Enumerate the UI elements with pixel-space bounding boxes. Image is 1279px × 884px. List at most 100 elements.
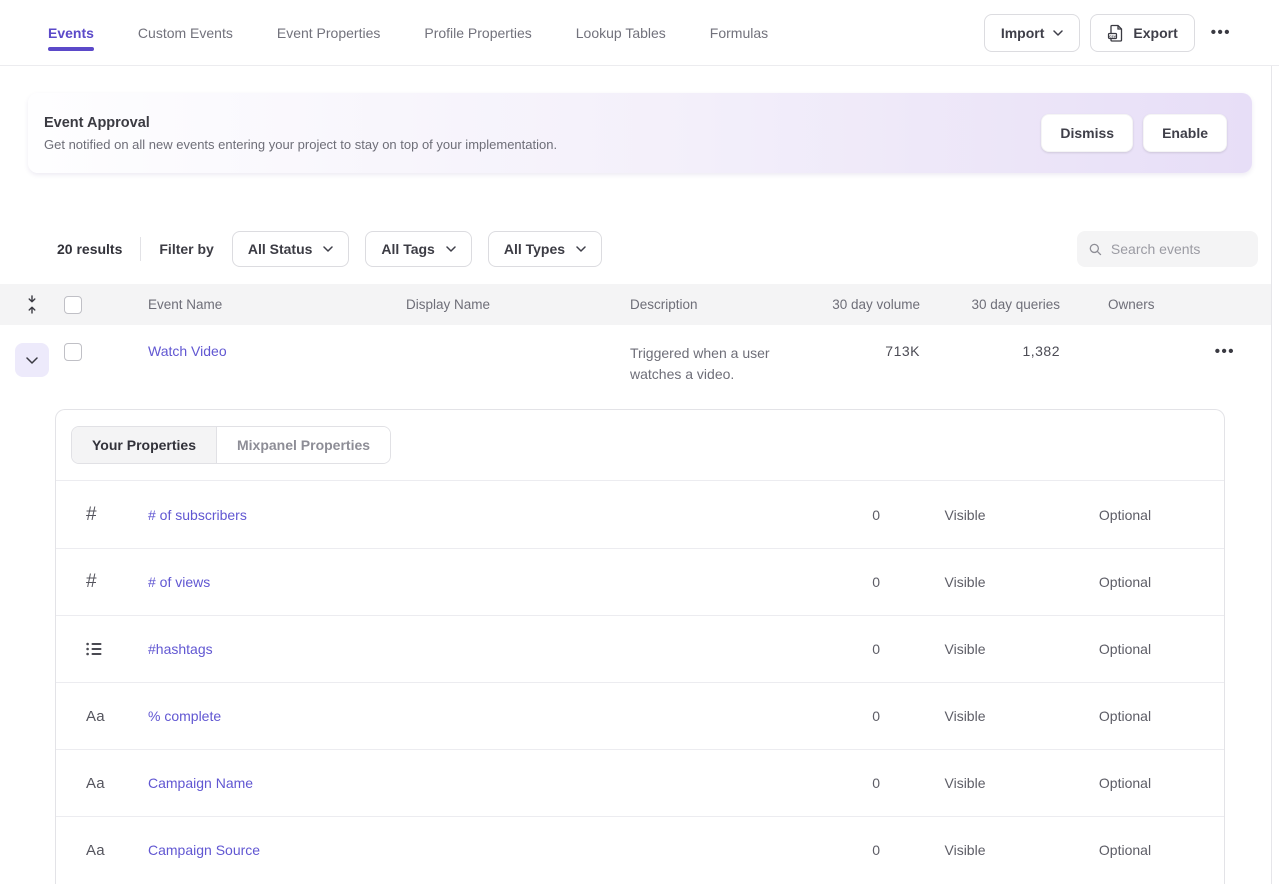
tab-formulas-label: Formulas (710, 25, 768, 41)
nav-tabs: Events Custom Events Event Properties Pr… (48, 1, 984, 65)
display-name-cell (406, 325, 630, 343)
number-icon: # (86, 571, 148, 593)
import-button-label: Import (1001, 25, 1045, 41)
property-row: # # of subscribers 0 Visible Optional (56, 481, 1224, 548)
types-filter-dropdown[interactable]: All Types (488, 231, 602, 267)
tab-formulas[interactable]: Formulas (710, 1, 768, 65)
top-nav: Events Custom Events Event Properties Pr… (0, 0, 1279, 66)
property-visibility: Visible (945, 775, 986, 791)
search-events-input[interactable] (1111, 241, 1246, 257)
collapse-row-button[interactable] (15, 343, 49, 377)
banner-text: Event Approval Get notified on all new e… (44, 115, 1041, 152)
property-visibility: Visible (945, 574, 986, 590)
import-button[interactable]: Import (984, 14, 1081, 52)
chevron-down-icon (576, 246, 586, 252)
svg-text:csv: csv (1110, 33, 1117, 38)
enable-button[interactable]: Enable (1143, 114, 1227, 152)
column-header-description: Description (630, 297, 810, 312)
csv-file-icon: csv (1107, 24, 1124, 42)
chevron-down-icon (323, 246, 333, 252)
more-options-button[interactable]: ••• (1205, 18, 1237, 47)
property-name-link[interactable]: # of views (148, 574, 770, 590)
vertical-divider (140, 237, 141, 261)
active-tab-underline (48, 47, 94, 51)
number-icon: # (86, 504, 148, 526)
tab-profile-properties[interactable]: Profile Properties (424, 1, 531, 65)
property-visibility: Visible (945, 507, 986, 523)
status-filter-label: All Status (248, 241, 313, 257)
description-cell: Triggered when a user watches a video. (630, 325, 810, 385)
property-count: 0 (872, 507, 880, 523)
tab-mixpanel-properties-label: Mixpanel Properties (237, 437, 370, 453)
property-name-link[interactable]: #hashtags (148, 641, 770, 657)
property-visibility: Visible (945, 641, 986, 657)
property-requirement: Optional (1099, 641, 1151, 657)
tab-event-properties[interactable]: Event Properties (277, 1, 381, 65)
tab-your-properties[interactable]: Your Properties (72, 427, 217, 463)
tab-events-label: Events (48, 25, 94, 41)
banner-actions: Dismiss Enable (1041, 114, 1227, 152)
property-row: Aa Campaign Source 0 Visible Optional (56, 816, 1224, 883)
export-button[interactable]: csv Export (1090, 14, 1194, 52)
tab-mixpanel-properties[interactable]: Mixpanel Properties (217, 427, 390, 463)
property-name-link[interactable]: # of subscribers (148, 507, 770, 523)
tab-custom-events[interactable]: Custom Events (138, 1, 233, 65)
property-count: 0 (872, 708, 880, 724)
filter-bar: 20 results Filter by All Status All Tags… (57, 231, 1258, 267)
row-expander-cell (15, 325, 49, 377)
text-icon: Aa (86, 842, 148, 859)
property-requirement: Optional (1099, 507, 1151, 523)
property-count: 0 (872, 641, 880, 657)
event-approval-banner: Event Approval Get notified on all new e… (28, 93, 1252, 173)
event-name-cell: Watch Video (148, 325, 406, 359)
select-all-checkbox[interactable] (64, 296, 82, 314)
status-filter-dropdown[interactable]: All Status (232, 231, 350, 267)
tab-your-properties-label: Your Properties (92, 437, 196, 453)
scroll-area-right-border (1271, 66, 1272, 884)
volume-value: 713K (885, 325, 920, 359)
property-row: Aa % complete 0 Visible Optional (56, 682, 1224, 749)
property-row: Aa Campaign Name 0 Visible Optional (56, 749, 1224, 816)
property-visibility: Visible (945, 842, 986, 858)
queries-value: 1,382 (1022, 325, 1060, 359)
property-visibility: Visible (945, 708, 986, 724)
property-name-link[interactable]: Campaign Source (148, 842, 770, 858)
collapse-all-icon (26, 295, 38, 314)
dismiss-button[interactable]: Dismiss (1041, 114, 1133, 152)
tags-filter-dropdown[interactable]: All Tags (365, 231, 471, 267)
search-events-box (1077, 231, 1258, 267)
events-table-header: Event Name Display Name Description 30 d… (0, 284, 1271, 325)
types-filter-label: All Types (504, 241, 565, 257)
text-icon: Aa (86, 708, 148, 725)
row-checkbox-cell (64, 325, 148, 364)
collapse-all-button[interactable] (26, 295, 38, 314)
table-row-watch-video: Watch Video Triggered when a user watche… (0, 325, 1271, 395)
list-icon (86, 642, 148, 656)
row-more-options-button[interactable]: ••• (1209, 337, 1241, 366)
chevron-down-icon (446, 246, 456, 252)
tab-lookup-tables[interactable]: Lookup Tables (576, 1, 666, 65)
property-count: 0 (872, 775, 880, 791)
tab-custom-events-label: Custom Events (138, 25, 233, 41)
column-header-display-name: Display Name (406, 297, 630, 312)
property-name-link[interactable]: % complete (148, 708, 770, 724)
tags-filter-label: All Tags (381, 241, 434, 257)
column-header-volume: 30 day volume (832, 297, 920, 312)
filter-by-label: Filter by (159, 241, 213, 257)
event-name-link[interactable]: Watch Video (148, 343, 227, 359)
properties-tabs-row: Your Properties Mixpanel Properties (56, 410, 1224, 481)
search-icon (1089, 242, 1102, 257)
nav-actions: Import csv Export ••• (984, 14, 1237, 52)
property-count: 0 (872, 574, 880, 590)
results-count: 20 results (57, 241, 122, 257)
tab-events[interactable]: Events (48, 1, 94, 65)
property-requirement: Optional (1099, 842, 1151, 858)
column-header-event-name: Event Name (148, 297, 406, 312)
column-header-owners: Owners (1060, 297, 1190, 312)
row-checkbox[interactable] (64, 343, 82, 361)
tab-event-properties-label: Event Properties (277, 25, 381, 41)
row-actions-cell: ••• (1209, 325, 1271, 366)
property-count: 0 (872, 842, 880, 858)
property-name-link[interactable]: Campaign Name (148, 775, 770, 791)
property-requirement: Optional (1099, 708, 1151, 724)
